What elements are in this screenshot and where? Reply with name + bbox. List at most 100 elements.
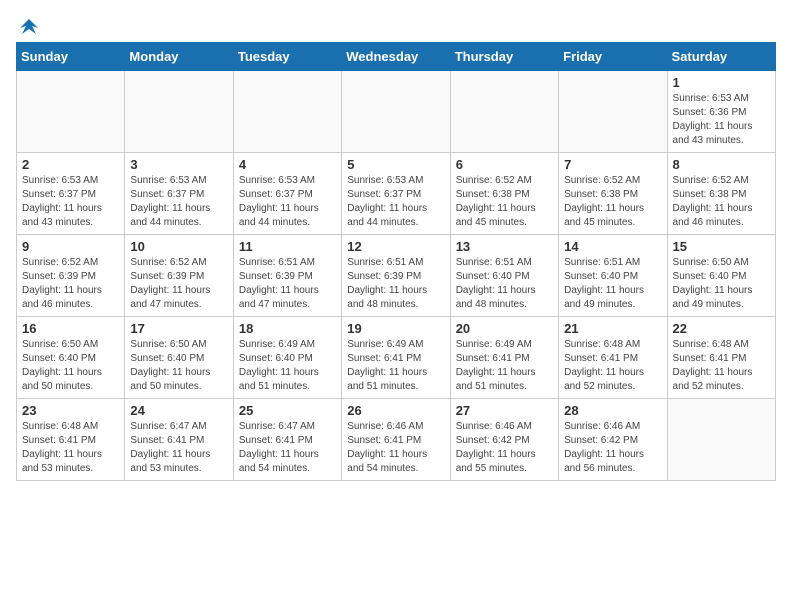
calendar-header-row: SundayMondayTuesdayWednesdayThursdayFrid… bbox=[17, 43, 776, 71]
day-number: 11 bbox=[239, 239, 336, 254]
calendar-header-thursday: Thursday bbox=[450, 43, 558, 71]
calendar-cell: 23 Sunrise: 6:48 AM Sunset: 6:41 PM Dayli… bbox=[17, 399, 125, 481]
calendar-cell: 7 Sunrise: 6:52 AM Sunset: 6:38 PM Daylig… bbox=[559, 153, 667, 235]
logo-bird-icon bbox=[18, 16, 40, 38]
day-number: 9 bbox=[22, 239, 119, 254]
day-info: Sunrise: 6:53 AM Sunset: 6:37 PM Dayligh… bbox=[130, 174, 227, 230]
day-info: Sunrise: 6:51 AM Sunset: 6:40 PM Dayligh… bbox=[564, 256, 661, 312]
day-number: 16 bbox=[22, 321, 119, 336]
calendar-cell: 26 Sunrise: 6:46 AM Sunset: 6:41 PM Dayli… bbox=[342, 399, 450, 481]
calendar-week-row: 2 Sunrise: 6:53 AM Sunset: 6:37 PM Daylig… bbox=[17, 153, 776, 235]
calendar-week-row: 9 Sunrise: 6:52 AM Sunset: 6:39 PM Daylig… bbox=[17, 235, 776, 317]
day-number: 2 bbox=[22, 157, 119, 172]
calendar-week-row: 23 Sunrise: 6:48 AM Sunset: 6:41 PM Dayli… bbox=[17, 399, 776, 481]
calendar-cell: 11 Sunrise: 6:51 AM Sunset: 6:39 PM Dayli… bbox=[233, 235, 341, 317]
day-info: Sunrise: 6:52 AM Sunset: 6:39 PM Dayligh… bbox=[22, 256, 119, 312]
day-number: 22 bbox=[673, 321, 770, 336]
day-info: Sunrise: 6:46 AM Sunset: 6:42 PM Dayligh… bbox=[564, 420, 661, 476]
day-number: 3 bbox=[130, 157, 227, 172]
day-info: Sunrise: 6:51 AM Sunset: 6:39 PM Dayligh… bbox=[347, 256, 444, 312]
day-info: Sunrise: 6:47 AM Sunset: 6:41 PM Dayligh… bbox=[239, 420, 336, 476]
calendar-cell bbox=[450, 71, 558, 153]
calendar-cell bbox=[667, 399, 775, 481]
day-number: 18 bbox=[239, 321, 336, 336]
day-info: Sunrise: 6:49 AM Sunset: 6:41 PM Dayligh… bbox=[456, 338, 553, 394]
day-info: Sunrise: 6:49 AM Sunset: 6:40 PM Dayligh… bbox=[239, 338, 336, 394]
calendar-cell: 15 Sunrise: 6:50 AM Sunset: 6:40 PM Dayli… bbox=[667, 235, 775, 317]
calendar-cell: 24Sunrise: 6:47 AM Sunset: 6:41 PM Dayli… bbox=[125, 399, 233, 481]
calendar-cell: 21 Sunrise: 6:48 AM Sunset: 6:41 PM Dayli… bbox=[559, 317, 667, 399]
day-info: Sunrise: 6:46 AM Sunset: 6:41 PM Dayligh… bbox=[347, 420, 444, 476]
day-info: Sunrise: 6:52 AM Sunset: 6:39 PM Dayligh… bbox=[130, 256, 227, 312]
day-number: 20 bbox=[456, 321, 553, 336]
calendar-cell: 3 Sunrise: 6:53 AM Sunset: 6:37 PM Daylig… bbox=[125, 153, 233, 235]
calendar-week-row: 16 Sunrise: 6:50 AM Sunset: 6:40 PM Dayli… bbox=[17, 317, 776, 399]
calendar-cell bbox=[17, 71, 125, 153]
day-info: Sunrise: 6:50 AM Sunset: 6:40 PM Dayligh… bbox=[22, 338, 119, 394]
day-info: Sunrise: 6:48 AM Sunset: 6:41 PM Dayligh… bbox=[22, 420, 119, 476]
calendar-table: SundayMondayTuesdayWednesdayThursdayFrid… bbox=[16, 42, 776, 481]
calendar-cell: 6 Sunrise: 6:52 AM Sunset: 6:38 PM Daylig… bbox=[450, 153, 558, 235]
calendar-cell bbox=[125, 71, 233, 153]
day-info: Sunrise: 6:53 AM Sunset: 6:37 PM Dayligh… bbox=[22, 174, 119, 230]
day-number: 21 bbox=[564, 321, 661, 336]
calendar-header-sunday: Sunday bbox=[17, 43, 125, 71]
day-number: 27 bbox=[456, 403, 553, 418]
day-number: 5 bbox=[347, 157, 444, 172]
calendar-cell: 18 Sunrise: 6:49 AM Sunset: 6:40 PM Dayli… bbox=[233, 317, 341, 399]
calendar-header-saturday: Saturday bbox=[667, 43, 775, 71]
day-info: Sunrise: 6:53 AM Sunset: 6:36 PM Dayligh… bbox=[673, 92, 770, 148]
day-number: 12 bbox=[347, 239, 444, 254]
calendar-cell: 19 Sunrise: 6:49 AM Sunset: 6:41 PM Dayli… bbox=[342, 317, 450, 399]
day-info: Sunrise: 6:52 AM Sunset: 6:38 PM Dayligh… bbox=[564, 174, 661, 230]
day-number: 26 bbox=[347, 403, 444, 418]
day-number: 23 bbox=[22, 403, 119, 418]
calendar-header-wednesday: Wednesday bbox=[342, 43, 450, 71]
calendar-cell: 14Sunrise: 6:51 AM Sunset: 6:40 PM Dayli… bbox=[559, 235, 667, 317]
page-header bbox=[16, 16, 776, 34]
calendar-header-monday: Monday bbox=[125, 43, 233, 71]
calendar-cell: 10 Sunrise: 6:52 AM Sunset: 6:39 PM Dayli… bbox=[125, 235, 233, 317]
day-number: 28 bbox=[564, 403, 661, 418]
day-number: 4 bbox=[239, 157, 336, 172]
calendar-cell bbox=[559, 71, 667, 153]
day-info: Sunrise: 6:50 AM Sunset: 6:40 PM Dayligh… bbox=[673, 256, 770, 312]
day-number: 8 bbox=[673, 157, 770, 172]
calendar-cell: 25Sunrise: 6:47 AM Sunset: 6:41 PM Dayli… bbox=[233, 399, 341, 481]
day-number: 10 bbox=[130, 239, 227, 254]
day-info: Sunrise: 6:48 AM Sunset: 6:41 PM Dayligh… bbox=[673, 338, 770, 394]
day-number: 15 bbox=[673, 239, 770, 254]
day-number: 1 bbox=[673, 75, 770, 90]
calendar-cell: 12 Sunrise: 6:51 AM Sunset: 6:39 PM Dayli… bbox=[342, 235, 450, 317]
calendar-cell: 8 Sunrise: 6:52 AM Sunset: 6:38 PM Daylig… bbox=[667, 153, 775, 235]
calendar-cell: 2 Sunrise: 6:53 AM Sunset: 6:37 PM Daylig… bbox=[17, 153, 125, 235]
calendar-cell bbox=[342, 71, 450, 153]
day-info: Sunrise: 6:51 AM Sunset: 6:39 PM Dayligh… bbox=[239, 256, 336, 312]
day-info: Sunrise: 6:53 AM Sunset: 6:37 PM Dayligh… bbox=[239, 174, 336, 230]
logo bbox=[16, 16, 40, 34]
day-info: Sunrise: 6:46 AM Sunset: 6:42 PM Dayligh… bbox=[456, 420, 553, 476]
calendar-cell bbox=[233, 71, 341, 153]
calendar-cell: 9 Sunrise: 6:52 AM Sunset: 6:39 PM Daylig… bbox=[17, 235, 125, 317]
calendar-cell: 5Sunrise: 6:53 AM Sunset: 6:37 PM Daylig… bbox=[342, 153, 450, 235]
calendar-header-friday: Friday bbox=[559, 43, 667, 71]
day-number: 19 bbox=[347, 321, 444, 336]
day-number: 13 bbox=[456, 239, 553, 254]
calendar-cell: 1 Sunrise: 6:53 AM Sunset: 6:36 PM Daylig… bbox=[667, 71, 775, 153]
calendar-cell: 20 Sunrise: 6:49 AM Sunset: 6:41 PM Dayli… bbox=[450, 317, 558, 399]
day-info: Sunrise: 6:50 AM Sunset: 6:40 PM Dayligh… bbox=[130, 338, 227, 394]
calendar-cell: 22 Sunrise: 6:48 AM Sunset: 6:41 PM Dayli… bbox=[667, 317, 775, 399]
day-info: Sunrise: 6:48 AM Sunset: 6:41 PM Dayligh… bbox=[564, 338, 661, 394]
day-info: Sunrise: 6:47 AM Sunset: 6:41 PM Dayligh… bbox=[130, 420, 227, 476]
day-number: 6 bbox=[456, 157, 553, 172]
calendar-cell: 16 Sunrise: 6:50 AM Sunset: 6:40 PM Dayli… bbox=[17, 317, 125, 399]
calendar-week-row: 1 Sunrise: 6:53 AM Sunset: 6:36 PM Daylig… bbox=[17, 71, 776, 153]
day-info: Sunrise: 6:49 AM Sunset: 6:41 PM Dayligh… bbox=[347, 338, 444, 394]
calendar-cell: 13Sunrise: 6:51 AM Sunset: 6:40 PM Dayli… bbox=[450, 235, 558, 317]
calendar-cell: 27 Sunrise: 6:46 AM Sunset: 6:42 PM Dayli… bbox=[450, 399, 558, 481]
day-number: 7 bbox=[564, 157, 661, 172]
calendar-cell: 17Sunrise: 6:50 AM Sunset: 6:40 PM Dayli… bbox=[125, 317, 233, 399]
day-info: Sunrise: 6:52 AM Sunset: 6:38 PM Dayligh… bbox=[673, 174, 770, 230]
day-info: Sunrise: 6:52 AM Sunset: 6:38 PM Dayligh… bbox=[456, 174, 553, 230]
calendar-header-tuesday: Tuesday bbox=[233, 43, 341, 71]
